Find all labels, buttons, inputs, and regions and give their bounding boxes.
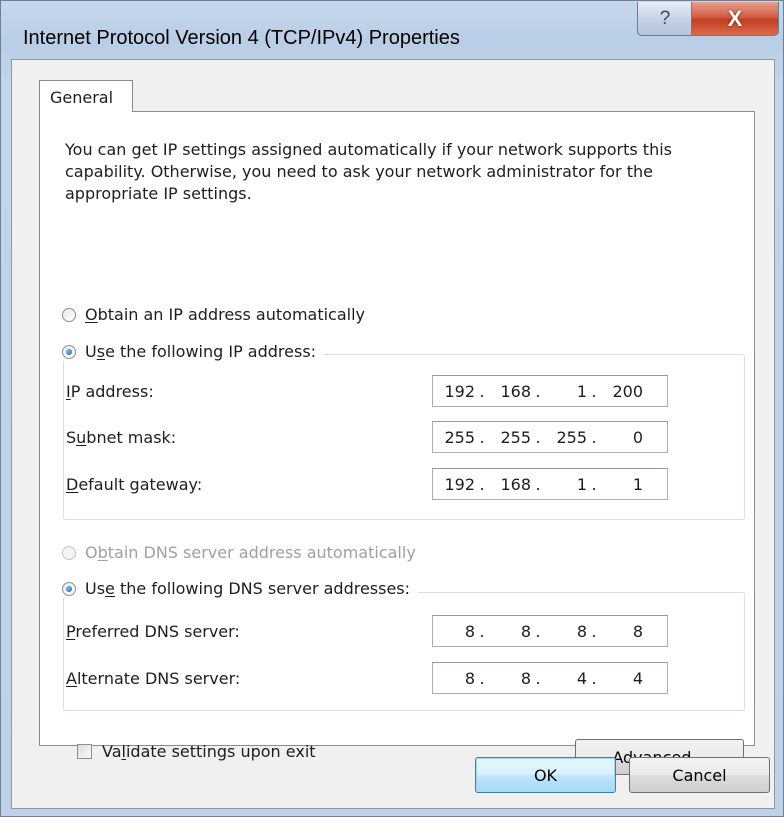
default-gateway-label: Default gateway: xyxy=(66,475,203,494)
octet-4: 4 xyxy=(632,668,643,688)
octet-4: 0 xyxy=(632,427,643,447)
validate-settings-checkbox[interactable]: Validate settings upon exit xyxy=(77,742,316,761)
use-following-dns-radio[interactable]: Use the following DNS server addresses: xyxy=(62,579,419,598)
obtain-ip-auto-label: Obtain an IP address automatically xyxy=(85,305,366,324)
close-button[interactable]: X xyxy=(691,2,779,36)
ip-address-label: IP address: xyxy=(66,382,154,401)
alternate-dns-input[interactable]: 8. 8. 4. 4 xyxy=(432,662,668,694)
radio-selected-icon xyxy=(62,344,76,359)
use-following-ip-radio[interactable]: Use the following IP address: xyxy=(62,342,325,361)
octet-2: 255 xyxy=(500,427,531,447)
octet-3: 255 xyxy=(556,427,587,447)
obtain-dns-auto-radio[interactable]: Obtain DNS server address automatically xyxy=(62,543,416,562)
octet-3: 1 xyxy=(576,381,587,401)
octet-3: 4 xyxy=(576,668,587,688)
octet-2: 8 xyxy=(520,621,531,641)
description-text: You can get IP settings assigned automat… xyxy=(65,140,672,203)
checkbox-icon xyxy=(77,744,92,759)
tab-general[interactable]: General xyxy=(39,80,133,112)
preferred-dns-input[interactable]: 8. 8. 8. 8 xyxy=(432,615,668,647)
octet-2: 168 xyxy=(500,474,531,494)
obtain-dns-auto-label: Obtain DNS server address automatically xyxy=(85,543,416,562)
octet-1: 8 xyxy=(464,621,475,641)
radio-disabled-icon xyxy=(62,545,76,560)
general-tab-panel: You can get IP settings assigned automat… xyxy=(39,111,755,775)
octet-1: 192 xyxy=(444,474,475,494)
use-following-ip-label: Use the following IP address: xyxy=(85,342,317,361)
cancel-button-label: Cancel xyxy=(672,765,727,785)
subnet-mask-input[interactable]: 255. 255. 255. 0 xyxy=(432,421,668,453)
octet-1: 192 xyxy=(444,381,475,401)
cancel-button[interactable]: Cancel xyxy=(629,757,770,793)
octet-4: 200 xyxy=(612,381,643,401)
title-bar[interactable]: Internet Protocol Version 4 (TCP/IPv4) P… xyxy=(1,1,783,59)
ip-address-input[interactable]: 192. 168. 1. 200 xyxy=(432,375,668,407)
alternate-dns-label: Alternate DNS server: xyxy=(66,669,241,688)
octet-3: 1 xyxy=(576,474,587,494)
close-icon: X xyxy=(727,5,743,31)
radio-icon xyxy=(62,307,76,322)
octet-2: 8 xyxy=(520,668,531,688)
ok-button[interactable]: OK xyxy=(475,757,616,793)
dialog-window: Internet Protocol Version 4 (TCP/IPv4) P… xyxy=(0,0,784,817)
octet-2: 168 xyxy=(500,381,531,401)
octet-4: 8 xyxy=(632,621,643,641)
preferred-dns-label: Preferred DNS server: xyxy=(66,622,240,641)
octet-1: 255 xyxy=(444,427,475,447)
help-button[interactable]: ? xyxy=(637,2,693,36)
validate-settings-label: Validate settings upon exit xyxy=(102,742,316,761)
radio-selected-icon xyxy=(62,581,76,596)
tab-general-label: General xyxy=(50,88,114,107)
help-icon: ? xyxy=(659,7,671,29)
octet-1: 8 xyxy=(464,668,475,688)
octet-4: 1 xyxy=(632,474,643,494)
window-title: Internet Protocol Version 4 (TCP/IPv4) P… xyxy=(23,27,460,49)
obtain-ip-auto-radio[interactable]: Obtain an IP address automatically xyxy=(62,305,365,324)
use-following-dns-label: Use the following DNS server addresses: xyxy=(85,579,411,598)
default-gateway-input[interactable]: 192. 168. 1. 1 xyxy=(432,468,668,500)
ok-button-label: OK xyxy=(533,765,558,785)
dialog-client-area: General You can get IP settings assigned… xyxy=(11,59,775,809)
subnet-mask-label: Subnet mask: xyxy=(66,428,177,447)
octet-3: 8 xyxy=(576,621,587,641)
